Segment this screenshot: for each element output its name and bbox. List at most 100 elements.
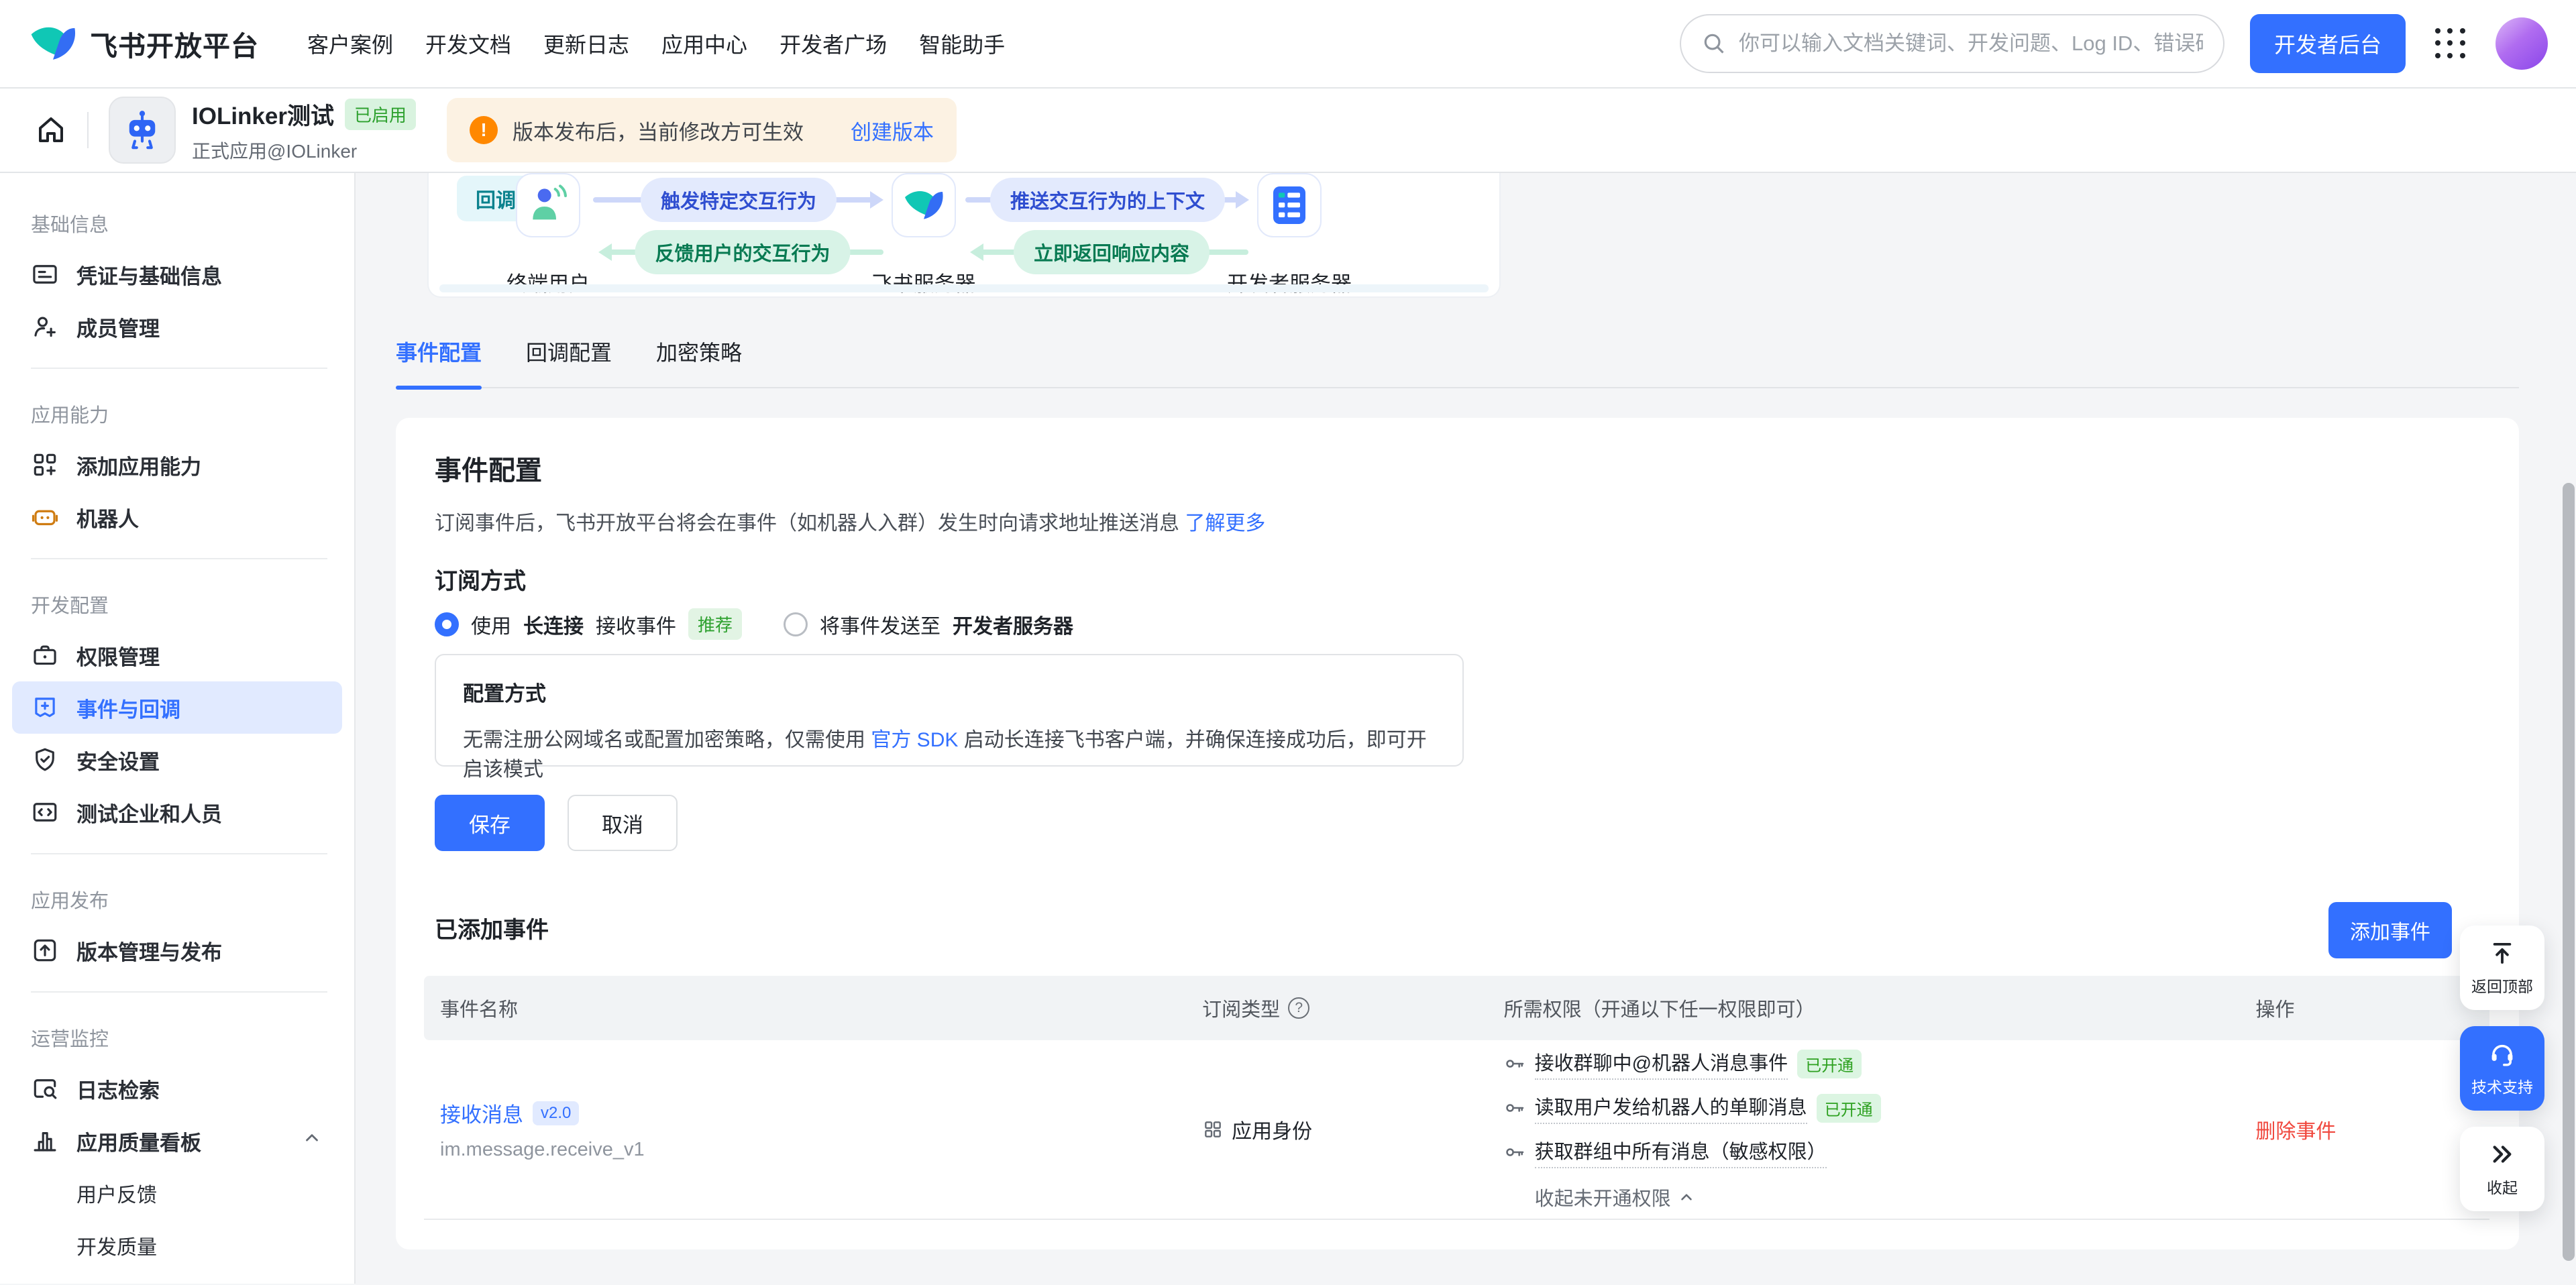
permission-open-badge: 已开通: [1817, 1094, 1881, 1123]
top-navbar: 飞书开放平台 客户案例 开发文档 更新日志 应用中心 开发者广场 智能助手 开发…: [0, 0, 2576, 89]
radio-developer-server[interactable]: [784, 612, 808, 636]
apps-grid-icon[interactable]: [2435, 28, 2466, 59]
col-label: 操作: [2255, 994, 2294, 1022]
sidebar-item-add-capability[interactable]: 添加应用能力: [12, 439, 342, 491]
app-status-badge: 已启用: [345, 99, 416, 130]
double-chevron-right-icon: [2488, 1140, 2516, 1168]
chevron-up-icon[interactable]: [302, 1128, 322, 1154]
divider: [87, 112, 89, 148]
cell-subscribe-type: 应用身份: [1186, 1040, 1488, 1219]
sidebar-subitem-dev-quality[interactable]: 开发质量: [12, 1219, 342, 1272]
collapse-permissions-link[interactable]: 收起未开通权限: [1535, 1183, 2240, 1211]
headset-icon: [2488, 1040, 2516, 1068]
search-icon: [1701, 31, 1727, 56]
permission-label[interactable]: 获取群组中所有消息（敏感权限）: [1535, 1136, 1827, 1168]
radio-long-connection[interactable]: [435, 612, 459, 636]
permission-label[interactable]: 接收群聊中@机器人消息事件: [1535, 1048, 1788, 1080]
sidebar-item-members[interactable]: 成员管理: [12, 300, 342, 353]
home-icon: [35, 114, 67, 146]
nav-item-cases[interactable]: 客户案例: [307, 28, 393, 59]
end-user-label: 终端用户: [506, 267, 590, 297]
form-actions: 保存 取消: [435, 795, 678, 851]
app-avatar: [109, 97, 176, 164]
tab-callback-config[interactable]: 回调配置: [526, 336, 612, 387]
search-input[interactable]: [1739, 32, 2203, 56]
end-user-node: [516, 173, 580, 237]
sidebar-item-permissions[interactable]: 权限管理: [12, 629, 342, 681]
flow-response-label: 立即返回响应内容: [1014, 230, 1210, 274]
radio1-suffix: 接收事件: [596, 610, 676, 639]
create-version-link[interactable]: 创建版本: [851, 115, 934, 146]
page: 飞书开放平台 客户案例 开发文档 更新日志 应用中心 开发者广场 智能助手 开发…: [0, 0, 2576, 1285]
config-mode-text: 无需注册公网域名或配置加密策略，仅需使用 官方 SDK 启动长连接飞书客户端，并…: [463, 723, 1436, 782]
official-sdk-link[interactable]: 官方 SDK: [871, 729, 958, 751]
sidebar-item-bot[interactable]: 机器人: [12, 491, 342, 543]
save-button[interactable]: 保存: [435, 795, 545, 851]
nav-item-changelog[interactable]: 更新日志: [543, 28, 629, 59]
layout: 基础信息 凭证与基础信息 成员管理 应用能力 添加应用能力: [0, 173, 2576, 1284]
divider: [31, 991, 327, 993]
sidebar-item-quality-board[interactable]: 应用质量看板: [12, 1115, 342, 1167]
scrollbar[interactable]: [2563, 483, 2575, 1261]
add-event-button[interactable]: 添加事件: [2328, 902, 2452, 958]
subscribe-type-label: 应用身份: [1232, 1115, 1312, 1144]
developer-server-node: [1257, 173, 1322, 237]
nav-item-dev-square[interactable]: 开发者广场: [780, 28, 887, 59]
chevron-up-icon: [1678, 1188, 1695, 1206]
sidebar-section-monitor: 运营监控: [0, 1007, 354, 1062]
sidebar-item-credentials[interactable]: 凭证与基础信息: [12, 248, 342, 300]
bot-icon: [31, 503, 59, 531]
delete-event-link[interactable]: 删除事件: [2255, 1115, 2336, 1144]
collapse-toolbar-button[interactable]: 收起: [2460, 1127, 2544, 1211]
event-name-link[interactable]: 接收消息: [440, 1098, 523, 1128]
code-box-icon: [31, 798, 59, 826]
developer-console-button[interactable]: 开发者后台: [2250, 14, 2406, 73]
back-to-top-button[interactable]: 返回顶部: [2460, 926, 2544, 1010]
flow-trigger-label: 触发特定交互行为: [641, 178, 837, 222]
flow-push-label: 推送交互行为的上下文: [990, 178, 1225, 222]
permission-label[interactable]: 读取用户发给机器人的单聊消息: [1535, 1092, 1807, 1124]
divider: [31, 853, 327, 854]
radio2-prefix: 将事件发送至: [820, 610, 941, 639]
config-mode-title: 配置方式: [463, 677, 1436, 707]
permission-open-badge: 已开通: [1797, 1050, 1862, 1078]
flow-feedback-label: 反馈用户的交互行为: [635, 230, 850, 274]
nav-item-assistant[interactable]: 智能助手: [919, 28, 1005, 59]
collapse-label: 收起未开通权限: [1535, 1183, 1671, 1211]
cell-actions: 删除事件: [2239, 1040, 2489, 1219]
user-avatar[interactable]: [2496, 17, 2548, 70]
col-actions: 操作: [2239, 994, 2489, 1022]
nav-item-docs[interactable]: 开发文档: [425, 28, 511, 59]
section-desc: 订阅事件后，飞书开放平台将会在事件（如机器人入群）发生时向请求地址推送消息 了解…: [435, 506, 1265, 536]
brand-logo[interactable]: 飞书开放平台: [28, 19, 259, 68]
learn-more-link[interactable]: 了解更多: [1185, 512, 1265, 535]
version-warning-banner: ! 版本发布后，当前修改方可生效 创建版本: [447, 98, 957, 162]
feishu-server-label: 飞书服务器: [872, 267, 976, 297]
sidebar-label: 成员管理: [76, 312, 160, 342]
sidebar-item-log-search[interactable]: 日志检索: [12, 1062, 342, 1115]
sidebar-item-test-org[interactable]: 测试企业和人员: [12, 786, 342, 838]
sidebar-item-version-release[interactable]: 版本管理与发布: [12, 924, 342, 976]
permission-item: 读取用户发给机器人的单聊消息 已开通: [1504, 1092, 2240, 1124]
tab-encryption[interactable]: 加密策略: [656, 336, 742, 387]
feishu-server-node: [892, 173, 956, 237]
cancel-button[interactable]: 取消: [568, 795, 678, 851]
sidebar-subitem-user-feedback[interactable]: 用户反馈: [12, 1167, 342, 1219]
grid-plus-icon: [31, 451, 59, 479]
tab-event-config[interactable]: 事件配置: [396, 336, 482, 387]
home-button[interactable]: [35, 114, 67, 146]
sidebar-label: 凭证与基础信息: [76, 260, 222, 290]
main-content: 回调 终端用户 飞书服务器: [356, 173, 2576, 1284]
app-identity-icon: [1202, 1119, 1224, 1140]
subscribe-mode-title: 订阅方式: [435, 563, 526, 596]
support-button[interactable]: 技术支持: [2460, 1026, 2544, 1111]
back-to-top-icon: [2488, 939, 2516, 967]
search-box[interactable]: [1680, 14, 2224, 73]
nav-item-app-center[interactable]: 应用中心: [661, 28, 747, 59]
sidebar-label: 机器人: [76, 502, 139, 533]
sidebar-item-events-callbacks[interactable]: 事件与回调: [12, 681, 342, 734]
col-label: 订阅类型: [1202, 994, 1280, 1022]
sidebar-item-security[interactable]: 安全设置: [12, 734, 342, 786]
help-icon[interactable]: ?: [1288, 997, 1309, 1019]
collapse-label: 收起: [2487, 1175, 2518, 1198]
